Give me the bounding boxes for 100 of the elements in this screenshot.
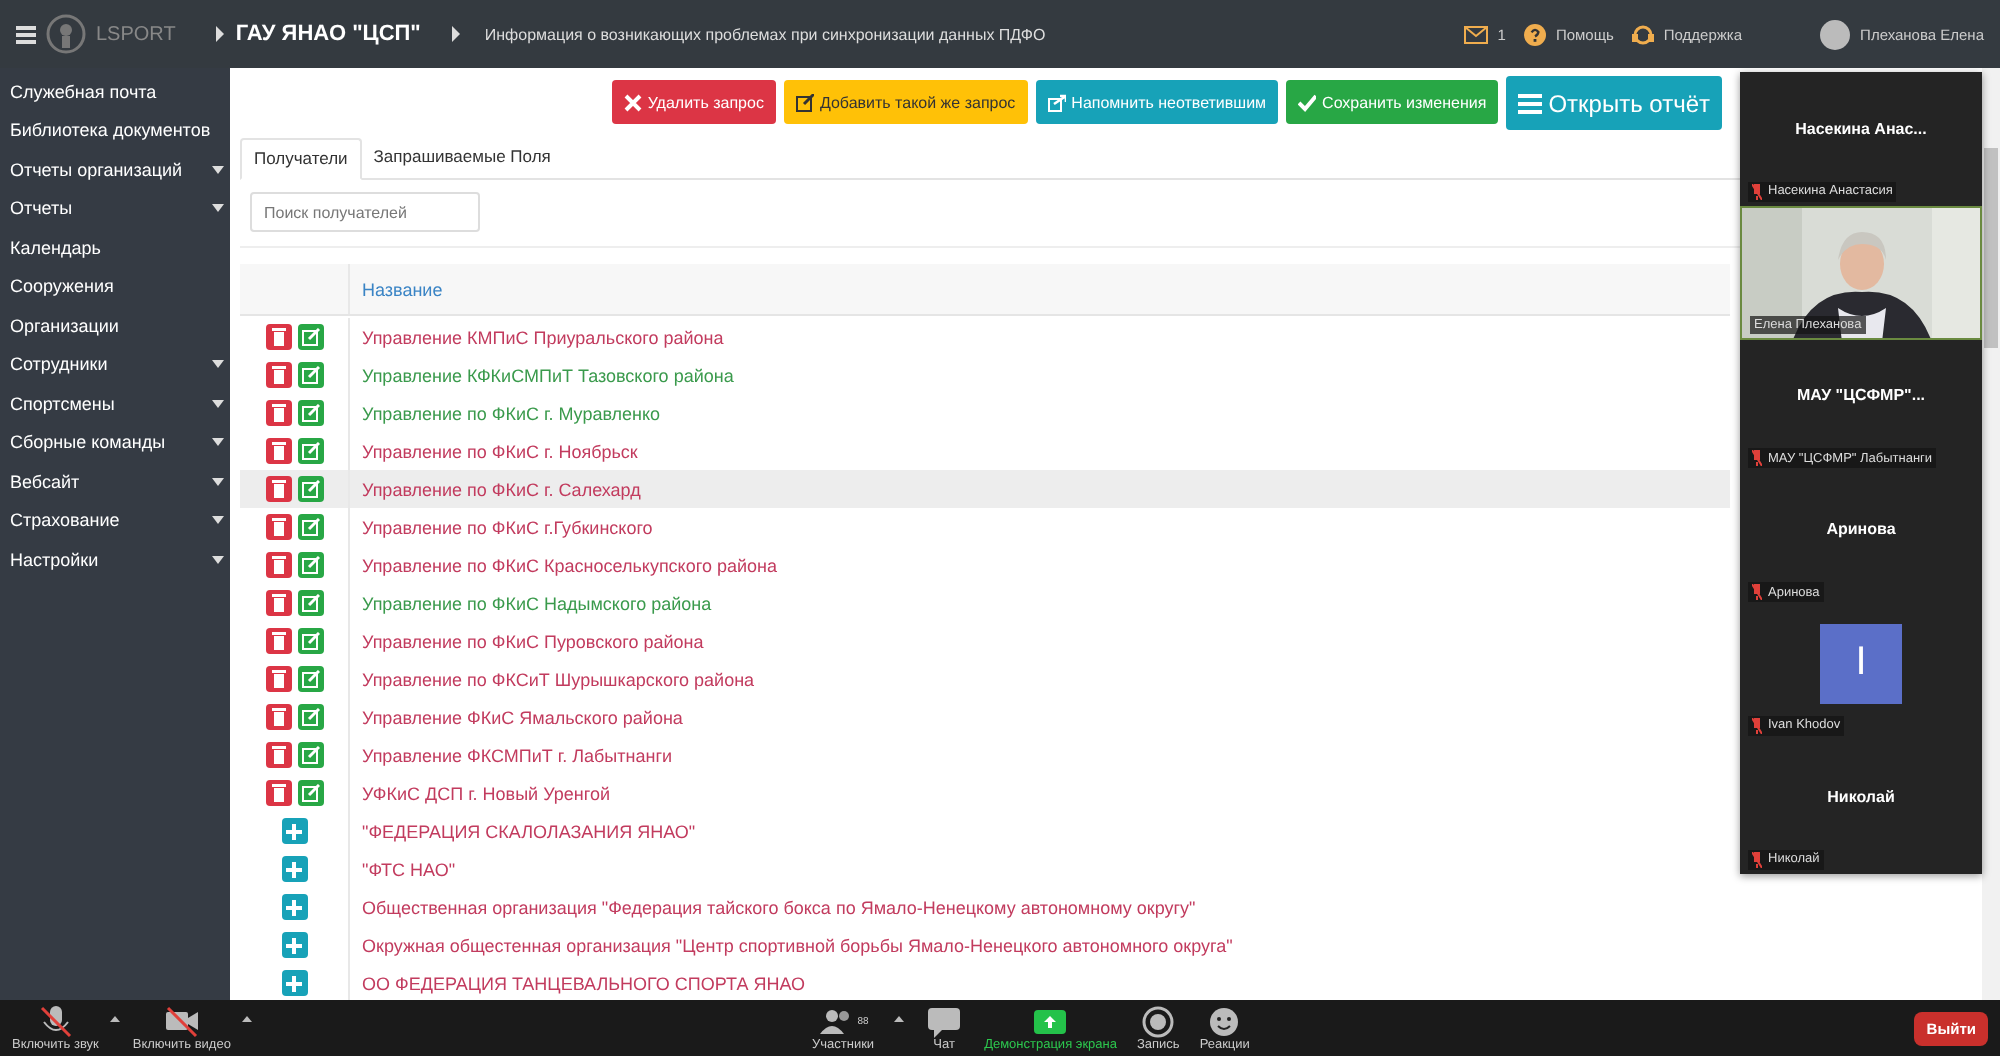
organization-link[interactable]: Окружная общестенная организация "Центр спортивной борьбы Ямало-Ненецкого автономного округа" [350, 935, 1233, 955]
edit-button[interactable] [297, 742, 323, 768]
add-button[interactable] [281, 818, 307, 844]
organization-link[interactable]: УФКиС ДСП г. Новый Уренгой [350, 783, 610, 803]
delete-button[interactable] [265, 552, 291, 578]
organization-link[interactable]: Управление по ФКиС г.Губкинского [350, 517, 653, 537]
edit-button[interactable] [297, 590, 323, 616]
headset-icon [1631, 23, 1654, 45]
trash-icon [271, 746, 285, 764]
share-icon [1047, 93, 1066, 111]
organization-link[interactable]: "ФТС НАО" [350, 859, 456, 879]
trash-icon [271, 518, 285, 536]
edit-button[interactable] [297, 362, 323, 388]
delete-button[interactable] [265, 704, 291, 730]
edit-icon [301, 518, 319, 536]
delete-button[interactable] [265, 324, 291, 350]
trash-icon [271, 632, 285, 650]
organization-link[interactable]: Управление КМПиС Приуральского района [350, 327, 724, 347]
sidebar-item[interactable]: Отчеты [0, 189, 230, 228]
sidebar-item[interactable]: Страхование [0, 501, 230, 540]
close-icon [623, 93, 642, 111]
sidebar-item[interactable]: Календарь [0, 228, 230, 267]
edit-icon [301, 480, 319, 498]
delete-button[interactable] [265, 362, 291, 388]
participant-name: МАУ "ЦСФМР"... [1796, 386, 1926, 405]
add-button[interactable] [281, 970, 307, 996]
organization-link[interactable]: ОО ФЕДЕРАЦИЯ ТАНЦЕВАЛЬНОГО СПОРТА ЯНАО [350, 973, 805, 993]
plus-icon [286, 937, 302, 953]
organization-link[interactable]: "ФЕДЕРАЦИЯ СКАЛОЛАЗАНИЯ ЯНАО" [350, 821, 696, 841]
edit-button[interactable] [297, 704, 323, 730]
scroll-thumb[interactable] [1984, 148, 1998, 348]
add-button[interactable] [281, 894, 307, 920]
organization-link[interactable]: Управление ФКиС Ямальского района [350, 707, 683, 727]
sidebar-item[interactable]: Организации [0, 306, 230, 345]
chat-icon [924, 1003, 965, 1039]
breadcrumb-link[interactable]: ГАУ ЯНАО "ЦСП" [235, 22, 421, 46]
delete-button[interactable] [265, 400, 291, 426]
sidebar-item[interactable]: Отчеты организаций [0, 150, 230, 189]
edit-icon [795, 93, 814, 111]
delete-button[interactable] [265, 780, 291, 806]
edit-button[interactable] [297, 400, 323, 426]
edit-button[interactable] [297, 514, 323, 540]
sidebar-item[interactable]: Вебсайт [0, 462, 230, 501]
edit-icon [301, 404, 319, 422]
tab[interactable]: Запрашиваемые Поля [361, 138, 563, 178]
muted-mic-icon [35, 1003, 76, 1039]
delete-button[interactable] [265, 590, 291, 616]
trash-icon [271, 442, 285, 460]
edit-icon [301, 708, 319, 726]
edit-button[interactable] [297, 666, 323, 692]
sidebar-item[interactable]: Сооружения [0, 267, 230, 306]
organization-link[interactable]: Управление по ФКСиТ Шурышкарского района [350, 669, 755, 689]
trash-icon [271, 556, 285, 574]
edit-button[interactable] [297, 324, 323, 350]
edit-button[interactable] [297, 628, 323, 654]
edit-icon [301, 670, 319, 688]
delete-button[interactable] [265, 438, 291, 464]
organization-link[interactable]: Управление ФКСМПиТ г. Лабытнанги [350, 745, 673, 765]
participant-name: Насекина Анас... [1795, 119, 1927, 138]
add-button[interactable] [281, 932, 307, 958]
sidebar-item[interactable]: Сборные команды [0, 423, 230, 462]
edit-button[interactable] [297, 780, 323, 806]
edit-button[interactable] [297, 438, 323, 464]
delete-button[interactable] [265, 666, 291, 692]
record-icon [1138, 1003, 1179, 1039]
delete-button[interactable] [265, 476, 291, 502]
sidebar-item[interactable]: Настройки [0, 540, 230, 579]
menu-icon[interactable] [16, 25, 36, 43]
sidebar-item[interactable]: Библиотека документов [0, 111, 230, 150]
check-icon [1298, 93, 1317, 111]
trash-icon [271, 670, 285, 688]
trash-icon [271, 328, 285, 346]
sidebar-item[interactable]: Служебная почта [0, 72, 230, 111]
organization-link[interactable]: Общественная организация "Федерация тайского бокса по Ямало-Ненецкому автономному округу" [350, 897, 1196, 917]
column-header[interactable]: Название [350, 279, 443, 299]
edit-button[interactable] [297, 476, 323, 502]
participant-name: Николай [1827, 787, 1895, 806]
sidebar-item[interactable]: Спортсмены [0, 384, 230, 423]
sidebar-item[interactable]: Сотрудники [0, 345, 230, 384]
scrollbar[interactable] [1982, 68, 2000, 1000]
help-icon [1523, 23, 1546, 45]
action-button[interactable]: Удалить запрос [611, 80, 776, 124]
delete-button[interactable] [265, 742, 291, 768]
search-field[interactable]: Поиск получателей [250, 192, 480, 232]
organization-link[interactable]: Управление КФКиСМПиТ Тазовского района [350, 365, 734, 385]
organization-link[interactable]: Управление по ФКиС Пуровского района [350, 631, 704, 651]
table-row-highlight[interactable]: Управление по ФКиС г. Салехард [240, 470, 1730, 508]
organization-link[interactable]: Управление по ФКиС г. Ноябрьск [350, 441, 638, 461]
organization-link[interactable]: Управление по ФКиС Надымского района [350, 593, 712, 613]
organization-link[interactable]: Управление по ФКиС г. Муравленко [350, 403, 661, 423]
trash-icon [271, 708, 285, 726]
logo-text: LSPORT [96, 23, 176, 45]
delete-button[interactable] [265, 514, 291, 540]
edit-button[interactable] [297, 552, 323, 578]
add-button[interactable] [281, 856, 307, 882]
action-button[interactable]: Добавить такой же запрос [783, 80, 1028, 124]
tab[interactable]: Получатели [240, 138, 362, 180]
organization-link[interactable]: Управление по ФКиС г. Салехард [350, 479, 641, 499]
organization-link[interactable]: Управление по ФКиС Красноселькупского района [350, 555, 777, 575]
delete-button[interactable] [265, 628, 291, 654]
